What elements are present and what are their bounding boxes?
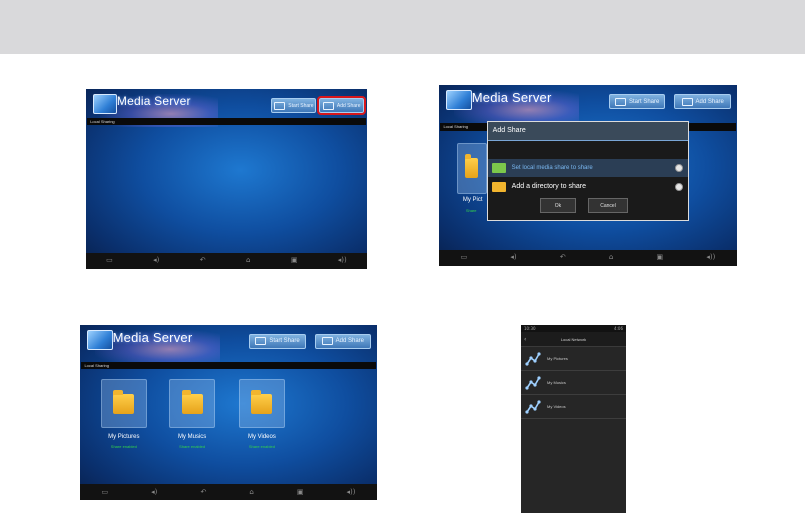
phone-header: ‹ Local Network: [521, 332, 626, 347]
tv-icon: [93, 94, 117, 115]
app-title: Media Server: [116, 94, 191, 109]
status-bar: 10:30 4:06: [521, 325, 626, 332]
ok-button[interactable]: Ok: [539, 198, 576, 213]
network-share-icon: [525, 351, 541, 366]
tv-icon: [446, 90, 472, 111]
folder-icon: [251, 390, 273, 414]
phone-screenshot-local-network: 10:30 4:06 ‹ Local Network My Pictures M…: [521, 325, 626, 513]
radio-button[interactable]: [675, 164, 684, 173]
option-local-media[interactable]: Set local media share to share: [487, 158, 689, 178]
share-icon: [255, 337, 267, 346]
share-icon: [274, 101, 286, 110]
add-folder-icon: [322, 101, 334, 110]
back-icon[interactable]: ↶: [200, 488, 206, 496]
option-add-directory[interactable]: Add a directory to share: [488, 177, 689, 196]
folder-my-musics[interactable]: [169, 379, 216, 429]
media-folder-icon: [491, 163, 506, 174]
network-share-icon: [525, 399, 541, 414]
header-band: [0, 0, 805, 54]
add-share-button[interactable]: Add Share: [314, 333, 372, 349]
folder-my-pictures[interactable]: [456, 142, 487, 194]
network-share-icon: [525, 375, 541, 390]
add-folder-icon: [681, 97, 693, 106]
volume-down-icon[interactable]: ◂): [151, 488, 157, 496]
home-icon[interactable]: ⌂: [249, 488, 253, 496]
folder-icon: [465, 154, 479, 179]
screenshot-add-share-dialog: Media Server Start Share Add Share Local…: [439, 85, 737, 266]
folder-icon: [113, 390, 135, 414]
screenshot-folders-shared: Media Server Start Share Add Share Local…: [80, 325, 377, 500]
recent-apps-icon[interactable]: ▣: [291, 257, 298, 264]
app-title: Media Server: [112, 330, 193, 346]
add-share-button[interactable]: Add Share: [674, 94, 732, 110]
folder-status: Share enabled: [179, 444, 206, 449]
folder-icon: [491, 181, 506, 192]
folder-icon: [181, 390, 203, 414]
android-navbar: ▭ ◂) ↶ ⌂ ▣ ◂)): [80, 484, 377, 500]
folder-status: Share: [465, 208, 477, 214]
list-item[interactable]: My Videos: [521, 395, 626, 419]
folder-status: Share enabled: [110, 444, 137, 449]
start-share-button[interactable]: Start Share: [271, 98, 317, 114]
folder-my-videos[interactable]: [238, 379, 285, 429]
back-arrow-icon[interactable]: ‹: [524, 336, 526, 343]
volume-up-icon[interactable]: ◂)): [706, 254, 715, 261]
add-share-button[interactable]: Add Share: [317, 95, 367, 116]
cancel-button[interactable]: Cancel: [587, 198, 629, 213]
add-share-dialog: Add Share Set local media share to share…: [486, 121, 690, 221]
folder-label: My Musics: [177, 433, 207, 440]
back-icon[interactable]: ↶: [560, 254, 566, 261]
dialog-title: Add Share: [487, 122, 689, 141]
folder-my-pictures[interactable]: [100, 379, 147, 429]
folder-label: My Pictures: [108, 433, 140, 440]
android-navbar: ▭ ◂) ↶ ⌂ ▣ ◂)): [439, 249, 737, 266]
start-share-button[interactable]: Start Share: [249, 333, 306, 349]
list-item[interactable]: My Musics: [521, 371, 626, 395]
volume-down-icon[interactable]: ◂): [510, 254, 516, 261]
tv-icon: [87, 330, 113, 350]
recent-apps-icon[interactable]: ▣: [657, 254, 664, 261]
section-bar: Local Sharing: [81, 361, 376, 370]
folder-label: My Videos: [247, 433, 276, 440]
section-bar: Local Sharing: [87, 117, 366, 126]
volume-up-icon[interactable]: ◂)): [347, 488, 356, 496]
screenshot-media-server-empty: Media Server Start Share Add Share Local…: [86, 89, 367, 269]
back-icon[interactable]: ↶: [200, 257, 206, 264]
volume-down-icon[interactable]: ◂): [153, 257, 159, 264]
android-navbar: ▭ ◂) ↶ ⌂ ▣ ◂)): [86, 252, 367, 269]
home-icon[interactable]: ⌂: [609, 254, 613, 261]
folder-status: Share enabled: [248, 444, 275, 449]
radio-button[interactable]: [675, 182, 684, 191]
screenshot-icon[interactable]: ▭: [102, 488, 109, 496]
screenshot-icon[interactable]: ▭: [106, 257, 113, 264]
screenshot-icon[interactable]: ▭: [461, 254, 468, 261]
share-icon: [614, 97, 626, 106]
recent-apps-icon[interactable]: ▣: [297, 488, 304, 496]
home-icon[interactable]: ⌂: [246, 257, 250, 264]
app-title: Media Server: [471, 90, 552, 106]
start-share-button[interactable]: Start Share: [608, 94, 666, 110]
folder-label: My Pict: [462, 197, 483, 204]
volume-up-icon[interactable]: ◂)): [338, 257, 347, 264]
add-folder-icon: [321, 337, 333, 346]
list-item[interactable]: My Pictures: [521, 347, 626, 371]
